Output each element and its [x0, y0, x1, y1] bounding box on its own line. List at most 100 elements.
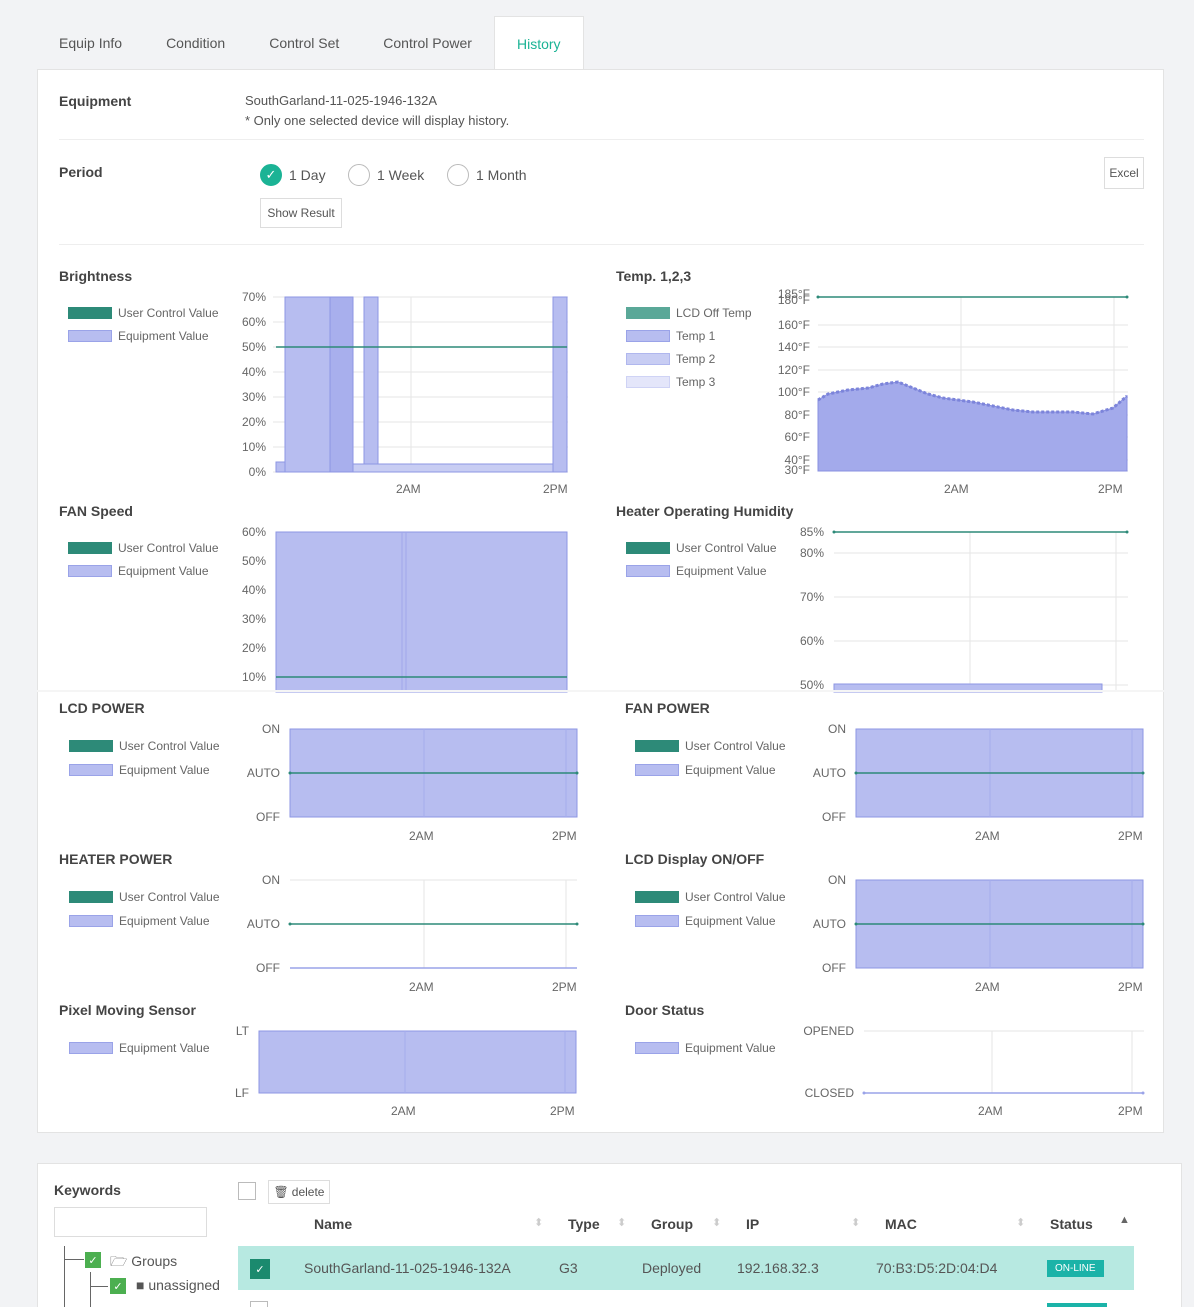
radio-empty-icon — [348, 164, 370, 186]
radio-1-day[interactable]: ✓ 1 Day — [260, 164, 326, 186]
svg-text:2PM: 2PM — [1118, 980, 1143, 994]
chart-title-heater-power: HEATER POWER — [59, 851, 173, 867]
radio-empty-icon — [447, 164, 469, 186]
trash-icon: 🗑 — [273, 1185, 289, 1199]
tree-line — [90, 1272, 91, 1307]
svg-text:2PM: 2PM — [1118, 829, 1143, 843]
chart-title-heater-humidity: Heater Operating Humidity — [616, 503, 794, 519]
radio-1-month[interactable]: 1 Month — [447, 164, 527, 186]
row-type: G3 — [559, 1260, 578, 1276]
chart-title-brightness: Brightness — [59, 268, 133, 284]
tree-groups[interactable]: 🗁 Groups — [110, 1251, 177, 1275]
excel-button[interactable]: Excel — [1104, 157, 1144, 189]
delete-button[interactable]: 🗑 delete — [268, 1180, 330, 1204]
legend-user-control: User Control Value — [69, 739, 220, 753]
legend-equipment: Equipment Value — [68, 564, 209, 578]
chart-title-temp: Temp. 1,2,3 — [616, 268, 692, 284]
svg-text:OFF: OFF — [256, 810, 280, 824]
row-mac: 70:B3:D5:2D:04:D4 — [876, 1260, 998, 1276]
lcd-power-chart: ON AUTO OFF 2AM 2PM — [247, 722, 579, 843]
tab-condition[interactable]: Condition — [144, 16, 247, 70]
svg-text:OFF: OFF — [822, 810, 846, 824]
sort-icon[interactable]: ⬍ — [534, 1216, 543, 1229]
temp-chart: 185°F180°F160°F140°F 120°F100°F80°F60°F … — [778, 287, 1129, 496]
tree-line — [90, 1286, 108, 1287]
svg-text:80°F: 80°F — [785, 408, 810, 422]
divider — [59, 244, 1144, 245]
groups-checkbox[interactable]: ✓ — [85, 1252, 101, 1268]
check-icon: ✓ — [260, 164, 282, 186]
keywords-input[interactable] — [54, 1207, 207, 1237]
show-result-button[interactable]: Show Result — [260, 198, 342, 228]
svg-text:60%: 60% — [800, 634, 824, 648]
svg-text:10%: 10% — [242, 670, 266, 684]
tree-line — [64, 1246, 65, 1307]
legend-user-control: User Control Value — [635, 890, 786, 904]
legend-user-control: User Control Value — [69, 890, 220, 904]
col-ip[interactable]: IP — [746, 1216, 759, 1232]
legend-equipment: Equipment Value — [626, 564, 767, 578]
pixel-sensor-chart: LT LF 2AM 2PM — [235, 1024, 577, 1118]
sort-icon[interactable]: ⬍ — [1016, 1216, 1025, 1229]
chart-title-lcd-power: LCD POWER — [59, 700, 145, 716]
sort-up-icon[interactable]: ▲ — [1119, 1214, 1130, 1226]
svg-text:2AM: 2AM — [978, 1104, 1003, 1118]
svg-text:10%: 10% — [242, 440, 266, 454]
keywords-label: Keywords — [54, 1182, 121, 1198]
svg-text:100°F: 100°F — [778, 385, 810, 399]
svg-text:ON: ON — [828, 873, 846, 887]
tree-unassigned[interactable]: ■ unassigned — [136, 1277, 220, 1293]
svg-text:30%: 30% — [242, 612, 266, 626]
svg-text:60%: 60% — [242, 525, 266, 539]
select-all-checkbox[interactable] — [238, 1182, 256, 1200]
svg-text:AUTO: AUTO — [247, 917, 280, 931]
section-seam — [37, 690, 1164, 692]
svg-text:AUTO: AUTO — [247, 766, 280, 780]
legend-equipment: Equipment Value — [69, 1041, 210, 1055]
svg-text:85%: 85% — [800, 525, 824, 539]
lcd-display-chart: ON AUTO OFF 2AM 2PM — [813, 873, 1145, 994]
svg-text:0%: 0% — [249, 465, 267, 479]
col-name[interactable]: Name — [314, 1216, 352, 1232]
col-status[interactable]: Status — [1050, 1216, 1093, 1232]
folder-icon: ■ — [136, 1277, 145, 1293]
col-type[interactable]: Type — [568, 1216, 600, 1232]
svg-text:30°F: 30°F — [785, 463, 810, 477]
heater-power-chart: ON AUTO OFF 2AM 2PM — [247, 873, 579, 994]
svg-text:180°F: 180°F — [778, 293, 810, 307]
tab-control-set[interactable]: Control Set — [247, 16, 361, 70]
svg-text:AUTO: AUTO — [813, 917, 846, 931]
sort-icon[interactable]: ⬍ — [617, 1216, 626, 1229]
row-checkbox[interactable]: ✓ — [250, 1259, 270, 1279]
tab-equip-info[interactable]: Equip Info — [37, 16, 144, 70]
door-status-chart: OPENED CLOSED 2AM 2PM — [803, 1024, 1145, 1118]
svg-text:60%: 60% — [242, 315, 266, 329]
sort-icon[interactable]: ⬍ — [851, 1216, 860, 1229]
tab-history[interactable]: History — [493, 16, 584, 70]
legend-equipment: Equipment Value — [635, 763, 776, 777]
svg-text:70%: 70% — [800, 590, 824, 604]
legend-temp-3: Temp 3 — [626, 375, 715, 389]
tab-control-power[interactable]: Control Power — [361, 16, 494, 70]
heater-humidity-chart: 85%80%70% 60%50% — [800, 525, 1129, 693]
svg-text:CLOSED: CLOSED — [805, 1086, 855, 1100]
col-mac[interactable]: MAC — [885, 1216, 917, 1232]
radio-1-week[interactable]: 1 Week — [348, 164, 424, 186]
row-ip: 192.168.32.3 — [737, 1260, 819, 1276]
col-group[interactable]: Group — [651, 1216, 693, 1232]
svg-text:120°F: 120°F — [778, 363, 810, 377]
history-panel: Equipment SouthGarland-11-025-1946-132A … — [37, 69, 1164, 1133]
sort-icon[interactable]: ⬍ — [712, 1216, 721, 1229]
chart-title-lcd-display: LCD Display ON/OFF — [625, 851, 765, 867]
status-badge: ON-LINE — [1047, 1260, 1104, 1277]
unassigned-checkbox[interactable]: ✓ — [110, 1278, 126, 1294]
svg-text:ON: ON — [828, 722, 846, 736]
svg-text:2PM: 2PM — [1118, 1104, 1143, 1118]
svg-text:2PM: 2PM — [552, 829, 577, 843]
svg-text:ON: ON — [262, 722, 280, 736]
legend-lcd-off-temp: LCD Off Temp — [626, 306, 752, 320]
legend-user-control: User Control Value — [635, 739, 786, 753]
row-checkbox[interactable] — [250, 1301, 268, 1307]
legend-equipment: Equipment Value — [69, 763, 210, 777]
svg-text:2AM: 2AM — [409, 980, 434, 994]
